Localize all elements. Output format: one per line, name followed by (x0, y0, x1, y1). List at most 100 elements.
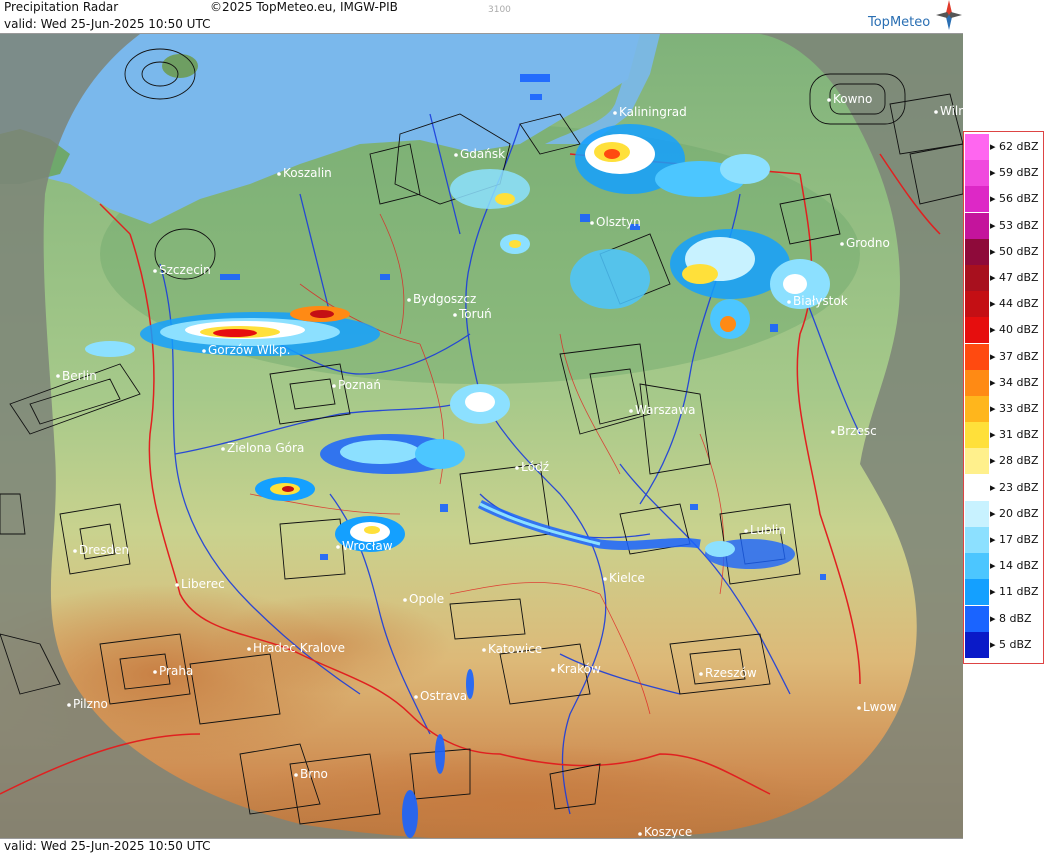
svg-text:Berlin: Berlin (62, 369, 97, 383)
legend-swatch (965, 500, 989, 527)
city-bialystok: Białystok (787, 294, 848, 308)
city-kielce: Kielce (603, 571, 645, 585)
legend-row: ▸ 31 dBZ (964, 422, 1043, 449)
city-liberec: Liberec (175, 577, 225, 591)
legend-swatch (965, 186, 989, 213)
city-gorzow: Gorzów Wlkp. (202, 343, 290, 357)
legend-label: ▸ 23 dBZ (990, 480, 1039, 494)
map-code: 3100 (488, 5, 511, 15)
city-poznan: Poznań (332, 378, 381, 392)
legend-label: ▸ 53 dBZ (990, 218, 1039, 232)
svg-text:Katowice: Katowice (488, 642, 542, 656)
city-berlin: Berlin (56, 369, 97, 383)
map-header: Precipitation Radar valid: Wed 25-Jun-20… (0, 0, 963, 34)
city-praha: Praha (153, 664, 193, 678)
legend-row: ▸ 56 dBZ (964, 186, 1043, 213)
legend-label: ▸ 56 dBZ (990, 192, 1039, 206)
svg-text:Ostrava: Ostrava (420, 689, 467, 703)
legend-row: ▸ 37 dBZ (964, 343, 1043, 370)
city-bydgoszcz: Bydgoszcz (407, 292, 476, 306)
legend-row: ▸ 34 dBZ (964, 369, 1043, 396)
legend-row: ▸ 23 dBZ (964, 474, 1043, 501)
legend-row: ▸ 28 dBZ (964, 448, 1043, 475)
legend-row: ▸ 8 dBZ (964, 605, 1043, 632)
city-olsztyn: Olsztyn (590, 215, 641, 229)
legend-label: ▸ 62 dBZ (990, 140, 1039, 153)
legend-swatch (965, 343, 989, 370)
legend-swatch (965, 160, 989, 187)
legend-label: ▸ 28 dBZ (990, 454, 1039, 468)
legend-label: ▸ 11 dBZ (990, 585, 1039, 599)
svg-text:Kowno: Kowno (833, 92, 872, 106)
dbz-legend: ▸ 62 dBZ ▸ 59 dBZ ▸ 56 dBZ ▸ 53 dBZ ▸ 50 dBZ… (963, 131, 1044, 664)
svg-text:Kaliningrad: Kaliningrad (619, 105, 687, 119)
legend-swatch (965, 527, 989, 553)
legend-swatch (965, 291, 989, 318)
legend-row: ▸ 40 dBZ (964, 317, 1043, 344)
svg-text:Lwow: Lwow (863, 700, 897, 714)
svg-text:Brno: Brno (300, 767, 328, 781)
city-koszalin: Koszalin (277, 166, 332, 180)
city-lodz: Łódź (515, 460, 549, 474)
svg-text:Zielona Góra: Zielona Góra (227, 441, 304, 455)
city-krakow: Kraków (551, 662, 601, 676)
legend-row: ▸ 20 dBZ (964, 500, 1043, 527)
city-dresden: Dresden (73, 543, 129, 557)
legend-label: ▸ 5 dBZ (990, 637, 1032, 651)
legend-label: ▸ 20 dBZ (990, 506, 1039, 520)
legend-row: ▸ 17 dBZ (964, 527, 1043, 553)
legend-row: ▸ 53 dBZ (964, 212, 1043, 239)
legend-label: ▸ 33 dBZ (990, 402, 1039, 415)
city-warszawa: Warszawa (629, 403, 695, 417)
svg-text:Dresden: Dresden (79, 543, 129, 557)
city-pilzno: Pilzno (67, 697, 108, 711)
legend-label: ▸ 40 dBZ (990, 323, 1039, 337)
legend-row: ▸ 33 dBZ (964, 396, 1043, 422)
city-brno: Brno (294, 767, 328, 781)
copyright-text: ©2025 TopMeteo.eu, IMGW-PIB (210, 0, 398, 14)
legend-row: ▸ 5 dBZ (964, 631, 1043, 658)
topmeteo-logo[interactable]: TopMeteo (868, 0, 962, 32)
svg-text:Szczecin: Szczecin (159, 263, 211, 277)
legend-swatch (965, 134, 989, 160)
svg-text:Liberec: Liberec (181, 577, 225, 591)
svg-text:Kielce: Kielce (609, 571, 645, 585)
svg-text:Pilzno: Pilzno (73, 697, 108, 711)
city-katowice: Katowice (482, 642, 542, 656)
map-footer: valid: Wed 25-Jun-2025 10:50 UTC (0, 838, 963, 853)
legend-swatch (965, 265, 989, 291)
legend-label: ▸ 59 dBZ (990, 166, 1039, 180)
legend-row: ▸ 62 dBZ (964, 134, 1043, 160)
legend-swatch (965, 238, 989, 265)
island-bornholm (162, 54, 198, 78)
city-szczecin: Szczecin (153, 263, 211, 277)
city-brzesc: Brzesc (831, 424, 877, 438)
svg-text:Łódź: Łódź (520, 460, 549, 474)
svg-text:Białystok: Białystok (793, 294, 848, 308)
legend-row: ▸ 14 dBZ (964, 553, 1043, 580)
svg-text:Praha: Praha (159, 664, 193, 678)
svg-text:Warszawa: Warszawa (635, 403, 695, 417)
legend-swatch (965, 317, 989, 344)
radar-map[interactable]: Koszalin Gdańsk Kaliningrad Kowno Wiln o … (0, 34, 963, 838)
echo-cell-gdansk (450, 169, 530, 209)
product-title: Precipitation Radar (4, 0, 119, 14)
svg-text:Hradec Kralove: Hradec Kralove (253, 641, 345, 655)
svg-text:Gdańsk: Gdańsk (460, 147, 505, 161)
city-torun: Toruń (453, 307, 492, 321)
city-lwow: Lwow (857, 700, 897, 714)
legend-row: ▸ 47 dBZ (964, 265, 1043, 291)
svg-text:Olsztyn: Olsztyn (596, 215, 641, 229)
legend-swatch (965, 396, 989, 422)
legend-row: ▸ 11 dBZ (964, 579, 1043, 606)
legend-label: ▸ 34 dBZ (990, 375, 1039, 389)
legend-label: ▸ 31 dBZ (990, 428, 1039, 442)
city-lublin: Lublin (744, 523, 786, 537)
city-kowno: Kowno (827, 92, 872, 106)
legend-swatch (965, 579, 989, 606)
legend-label: ▸ 50 dBZ (990, 244, 1039, 258)
legend-swatch (965, 212, 989, 239)
svg-text:Toruń: Toruń (458, 307, 492, 321)
svg-text:Brzesc: Brzesc (837, 424, 877, 438)
legend-swatch (965, 474, 989, 501)
